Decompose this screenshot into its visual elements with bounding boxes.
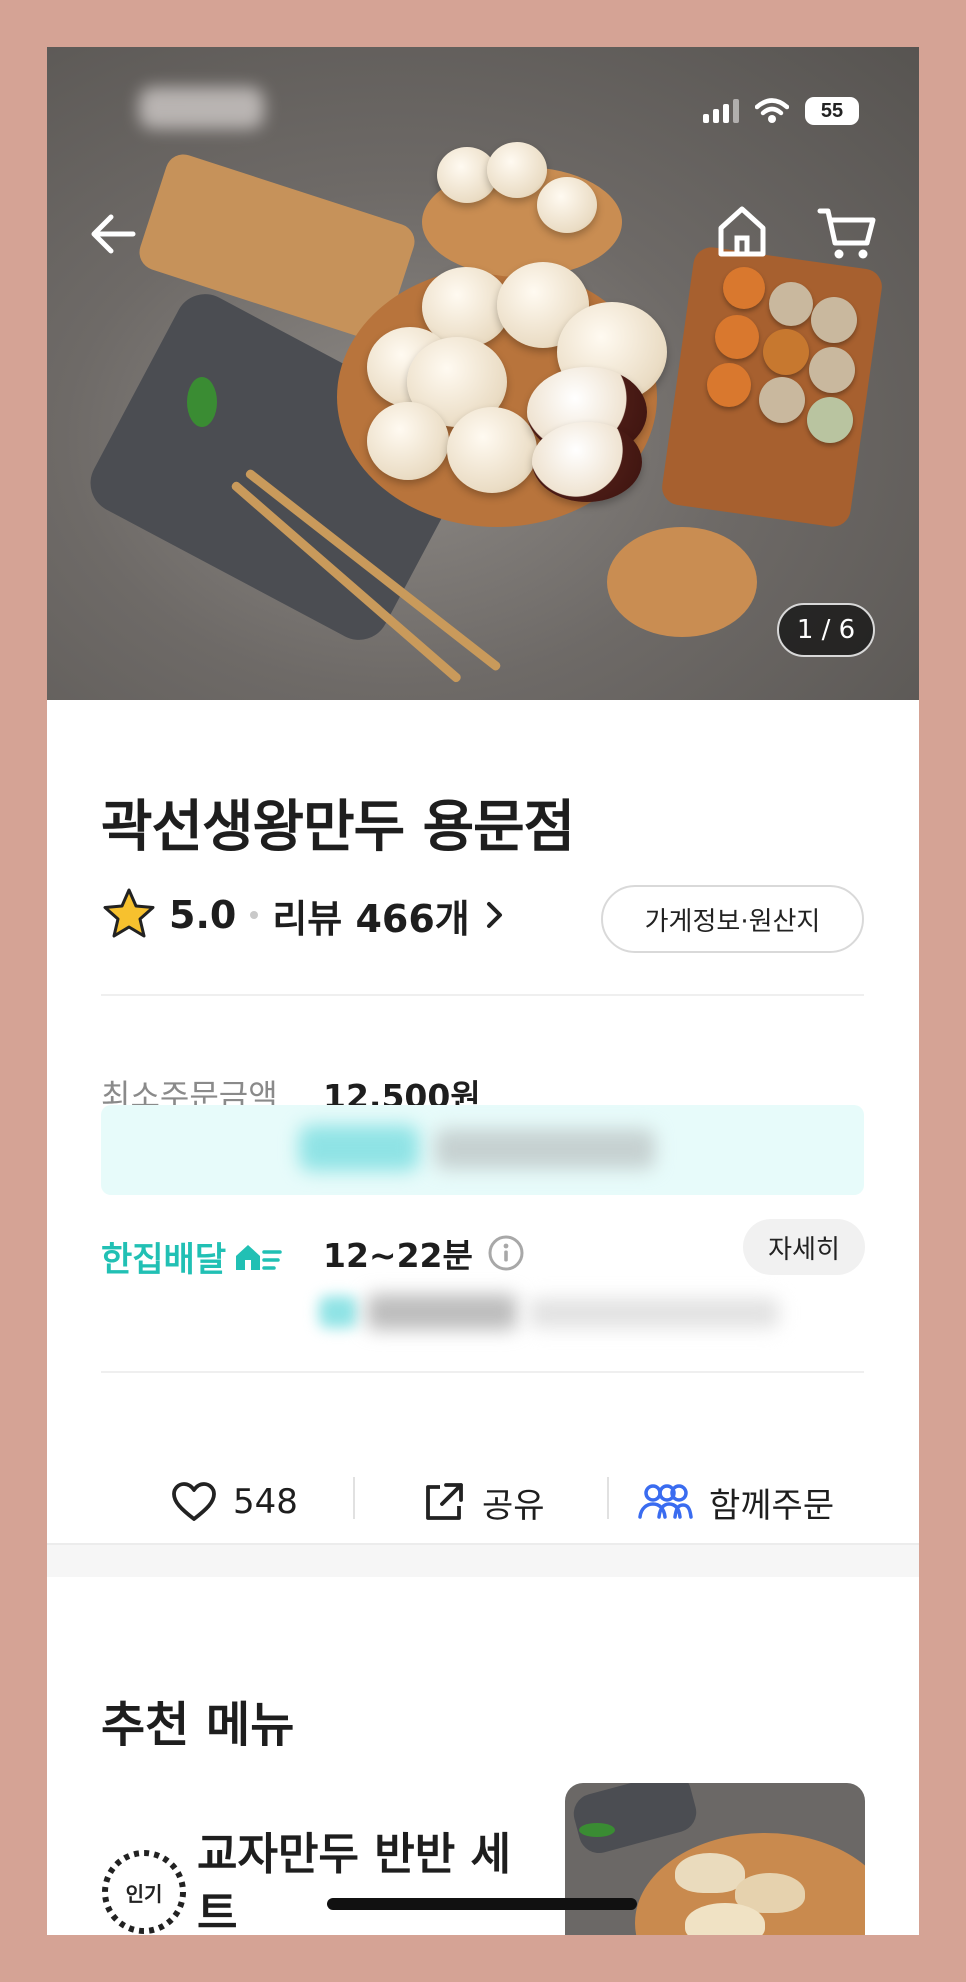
share-button[interactable]: 공유 — [422, 1457, 545, 1547]
ball-decoration — [763, 329, 809, 375]
bun-decoration — [367, 402, 449, 480]
star-icon — [103, 888, 155, 938]
rating-value: 5.0 — [169, 893, 237, 937]
share-icon — [426, 1483, 463, 1520]
group-order-button[interactable]: 함께주문 — [637, 1457, 834, 1547]
delivery-house-icon — [236, 1244, 282, 1270]
store-info-button[interactable]: 가게정보·원산지 — [601, 885, 864, 953]
ball-decoration — [811, 297, 857, 343]
separator-dot — [250, 911, 259, 919]
promo-banner-blurred[interactable] — [101, 1105, 864, 1195]
delivery-brand: 한집배달 — [101, 1232, 284, 1281]
battery-icon: 55 — [805, 97, 859, 125]
status-time-blurred — [139, 87, 264, 129]
store-hero-image[interactable]: 55 1 / 6 — [47, 47, 919, 700]
separator — [607, 1477, 609, 1519]
redbean-bun-decoration — [532, 422, 642, 502]
ball-decoration — [807, 397, 853, 443]
divider — [101, 994, 864, 996]
ball-decoration — [809, 347, 855, 393]
delivery-brand-label: 한집배달 — [101, 1240, 227, 1280]
heart-icon — [172, 1482, 216, 1521]
section-divider — [47, 1543, 919, 1577]
badge-label: 인기 — [125, 1881, 163, 1906]
recommended-title: 추천 메뉴 — [101, 1697, 295, 1753]
bun-decoration — [537, 177, 597, 233]
info-icon[interactable] — [487, 1234, 525, 1272]
bun-decoration — [447, 407, 537, 493]
popular-badge: 인기 — [99, 1847, 189, 1935]
menu-item-name: 교자만두 반반 세트 — [197, 1829, 511, 1935]
rating-row[interactable]: 5.0 리뷰 466개 — [101, 887, 506, 943]
leaf-decoration — [187, 377, 217, 427]
status-icons: 55 — [703, 97, 859, 125]
review-count-link[interactable]: 리뷰 466개 — [272, 888, 469, 943]
app-screen: 55 1 / 6 곽선생왕만두 용문점 5.0 리뷰 466개 가게정보·원산지 — [47, 47, 919, 1935]
chevron-right-icon — [486, 902, 502, 928]
cellular-signal-icon — [703, 99, 739, 123]
action-bar: 548 공유 함께주문 — [47, 1457, 919, 1547]
store-name: 곽선생왕만두 용문점 — [101, 795, 575, 860]
ball-decoration — [707, 363, 751, 407]
like-button[interactable]: 548 — [171, 1457, 298, 1547]
ball-decoration — [715, 315, 759, 359]
like-count: 548 — [233, 1482, 298, 1522]
divider — [101, 1371, 864, 1373]
board-decoration — [607, 527, 757, 637]
group-order-label: 함께주문 — [709, 1485, 835, 1526]
home-indicator — [327, 1898, 637, 1910]
share-label: 공유 — [482, 1485, 545, 1526]
wifi-icon — [755, 98, 789, 123]
delivery-fee-blurred — [319, 1282, 789, 1338]
ball-decoration — [723, 267, 765, 309]
ball-decoration — [769, 282, 813, 326]
cart-icon[interactable] — [817, 205, 877, 261]
bun-decoration — [487, 142, 547, 198]
delivery-detail-button[interactable]: 자세히 — [743, 1219, 865, 1275]
menu-item-thumbnail[interactable] — [565, 1783, 865, 1935]
home-icon[interactable] — [713, 202, 771, 260]
delivery-time-value: 12~22분 — [323, 1236, 473, 1275]
ball-decoration — [759, 377, 805, 423]
group-people-icon — [638, 1484, 693, 1519]
separator — [353, 1477, 355, 1519]
image-counter: 1 / 6 — [777, 603, 875, 657]
delivery-time: 12~22분 — [323, 1229, 525, 1277]
back-arrow-icon[interactable] — [87, 207, 141, 261]
